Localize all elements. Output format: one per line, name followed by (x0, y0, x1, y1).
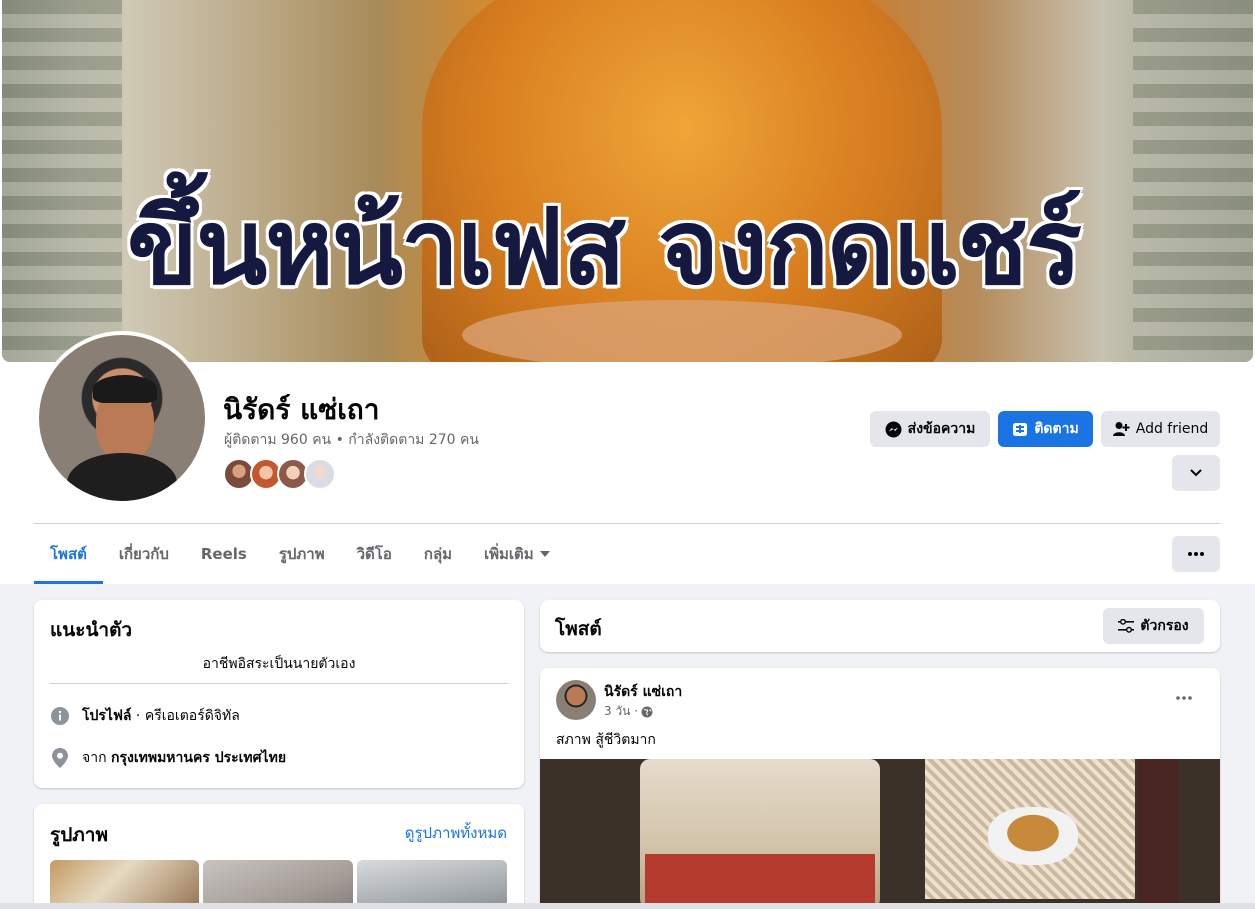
avatar-shirt (67, 453, 177, 501)
post-image-bucket (645, 854, 875, 909)
filter-button[interactable]: ตัวกรอง (1103, 608, 1204, 644)
followers-count[interactable]: ผู้ติดตาม 960 คน • กำลังติดตาม 270 คน (224, 429, 479, 451)
follow-button[interactable]: ติดตาม (998, 411, 1093, 447)
photos-card: รูปภาพ ดูรูปภาพทั้งหมด (34, 804, 524, 909)
intro-bio: อาชีพอิสระเป็นนายตัวเอง (202, 656, 356, 672)
intro-from-text: จาก กรุงเทพมหานคร ประเทศไทย (82, 747, 286, 769)
tabs-more-options-button[interactable] (1172, 536, 1220, 572)
tab-label: วิดีโอ (356, 545, 392, 563)
message-button-label: ส่งข้อความ (907, 421, 976, 437)
friend-avatar[interactable] (304, 458, 336, 490)
cover-caption: ขึ้นหน้าเฟส จงกดแชร์ (127, 186, 1082, 308)
add-friend-button[interactable]: Add friend (1101, 411, 1220, 447)
filter-icon (1118, 619, 1135, 633)
intro-card: แนะนำตัว อาชีพอิสระเป็นนายตัวเอง โปรไฟล์… (34, 600, 524, 788)
post-author-name[interactable]: นิรัดร์ แซ่เถา (604, 681, 682, 703)
message-button[interactable]: ส่งข้อความ (870, 411, 990, 447)
window-bottom-edge (0, 903, 1255, 909)
post-image-bottle (1138, 759, 1178, 909)
messenger-icon (885, 421, 902, 438)
photo-thumbnail[interactable] (50, 860, 199, 909)
intro-profile-value: ครีเอเตอร์ดิจิทัล (144, 708, 240, 724)
more-profile-actions-button[interactable] (1172, 455, 1220, 491)
avatar-hair (93, 375, 157, 403)
globe-icon (641, 706, 653, 718)
intro-from-value[interactable]: กรุงเทพมหานคร ประเทศไทย (111, 750, 286, 766)
add-friend-icon (1112, 421, 1130, 437)
intro-profile-separator: · (131, 708, 145, 724)
intro-profile-row: โปรไฟล์ · ครีเอเตอร์ดิจิทัล (50, 705, 240, 727)
tab-label: กลุ่ม (423, 545, 453, 563)
ellipsis-icon (1188, 552, 1204, 556)
cover-hands (462, 300, 902, 362)
cover-ornament-right (1133, 0, 1253, 362)
intro-from-row: จาก กรุงเทพมหานคร ประเทศไทย (50, 747, 286, 769)
location-pin-icon (50, 748, 70, 768)
profile-name: นิรัดร์ แซ่เถา (223, 393, 380, 426)
profile-tabs: โพสต์ เกี่ยวกับ Reels รูปภาพ วิดีโอ กลุ่… (34, 524, 566, 584)
see-all-photos-link[interactable]: ดูรูปภาพทั้งหมด (405, 821, 507, 845)
post-text: สภาพ สู้ชีวิตมาก (556, 732, 656, 748)
chevron-down-icon (1190, 469, 1202, 477)
post-time[interactable]: 3 วัน · (604, 702, 638, 721)
cover-ornament-left (2, 0, 122, 362)
tab-label: เกี่ยวกับ (118, 545, 169, 563)
intro-title: แนะนำตัว (50, 619, 133, 641)
follow-icon (1012, 421, 1028, 437)
tab-more[interactable]: เพิ่มเติม (468, 524, 566, 584)
intro-profile-text: โปรไฟล์ · ครีเอเตอร์ดิจิทัล (82, 705, 240, 727)
tab-label: เพิ่มเติม (484, 545, 534, 563)
tab-reels[interactable]: Reels (185, 524, 263, 584)
mutual-friends-avatars[interactable] (223, 458, 336, 492)
post-author-avatar[interactable] (556, 680, 596, 720)
photos-title: รูปภาพ (50, 824, 108, 846)
add-friend-label: Add friend (1135, 421, 1209, 437)
tab-groups[interactable]: กลุ่ม (408, 524, 468, 584)
photo-thumbnail[interactable] (203, 860, 353, 909)
tab-label: รูปภาพ (278, 545, 325, 563)
caret-down-icon (539, 551, 550, 557)
tab-label: Reels (200, 545, 247, 563)
follow-button-label: ติดตาม (1034, 421, 1079, 437)
filter-label: ตัวกรอง (1140, 618, 1189, 634)
info-icon (50, 706, 70, 726)
posts-title: โพสต์ (555, 618, 602, 640)
posts-header-card: โพสต์ ตัวกรอง (540, 600, 1220, 652)
tab-label: โพสต์ (50, 545, 87, 563)
post-image-cup (988, 807, 1078, 865)
intro-from-label: จาก (82, 750, 111, 766)
intro-divider (50, 683, 508, 684)
post-card: นิรัดร์ แซ่เถา 3 วัน · สภาพ สู้ชีวิตมาก (540, 668, 1220, 909)
profile-header: ขึ้นหน้าเฟส จงกดแชร์ นิรัดร์ แซ่เถา ผู้ต… (0, 0, 1255, 584)
cover-photo[interactable]: ขึ้นหน้าเฟส จงกดแชร์ (2, 0, 1253, 362)
post-options-button[interactable] (1166, 682, 1202, 714)
tab-posts[interactable]: โพสต์ (34, 524, 103, 584)
ellipsis-icon (1176, 696, 1192, 700)
profile-avatar[interactable] (35, 331, 209, 505)
tab-about[interactable]: เกี่ยวกับ (103, 524, 185, 584)
photo-thumbnail[interactable] (357, 860, 507, 909)
post-meta: 3 วัน · (604, 702, 653, 721)
tab-photos[interactable]: รูปภาพ (263, 524, 341, 584)
tab-videos[interactable]: วิดีโอ (341, 524, 408, 584)
intro-profile-label: โปรไฟล์ (82, 708, 132, 724)
post-image[interactable] (540, 759, 1220, 909)
